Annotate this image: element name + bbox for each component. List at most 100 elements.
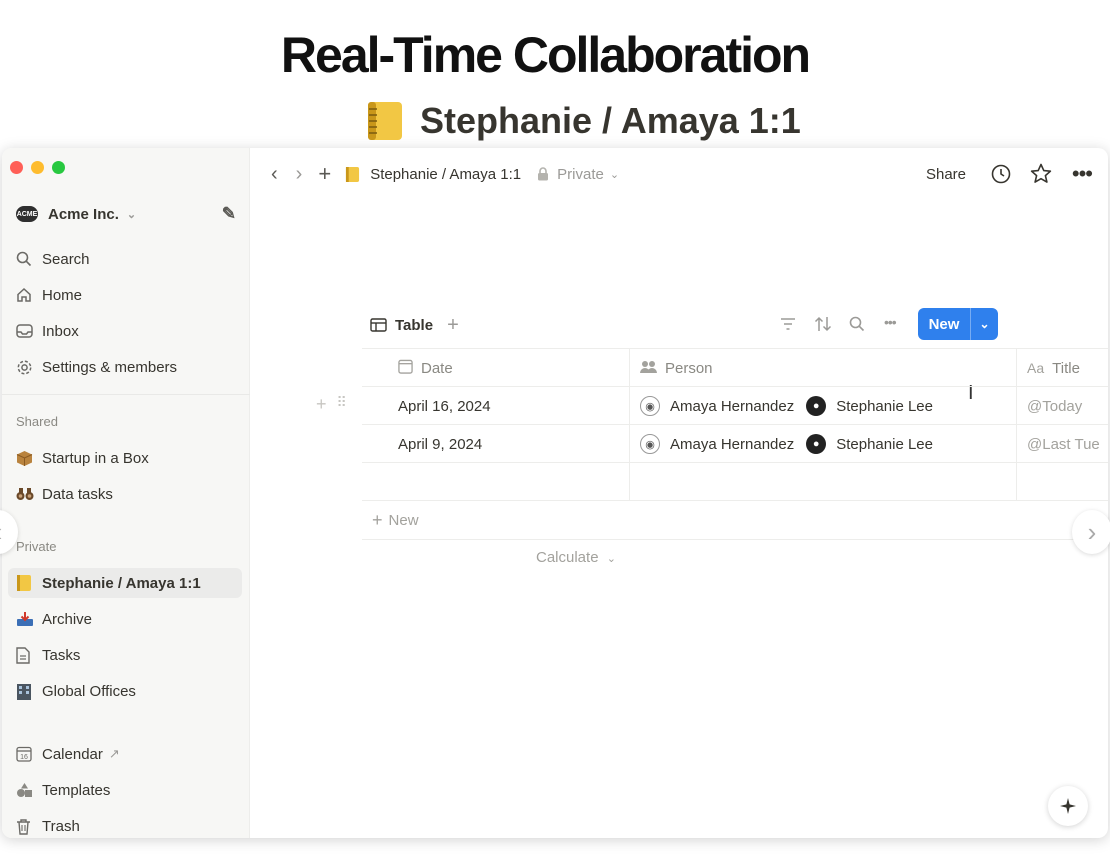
date-cell[interactable] xyxy=(362,463,630,501)
add-row-icon[interactable]: + xyxy=(316,394,327,415)
date-cell[interactable]: April 9, 2024 xyxy=(362,425,630,463)
calculate-menu[interactable]: Calculate ⌄ xyxy=(536,549,616,566)
notebook-icon xyxy=(16,573,42,593)
search-icon xyxy=(16,249,42,269)
search-icon[interactable] xyxy=(849,316,865,336)
sidebar-item-stephanie-amaya[interactable]: Stephanie / Amaya 1:1 xyxy=(8,568,242,598)
chevron-down-icon: ⌄ xyxy=(609,168,620,181)
sidebar-item-tasks[interactable]: Tasks xyxy=(8,640,242,670)
share-button[interactable]: Share xyxy=(926,166,966,183)
sidebar-item-label: Search xyxy=(42,250,90,268)
filter-icon[interactable] xyxy=(780,317,796,335)
notebook-icon xyxy=(368,102,402,140)
person-cell[interactable] xyxy=(630,463,1017,501)
ai-sparkle-button[interactable] xyxy=(1048,786,1088,826)
sidebar-item-label: Home xyxy=(42,286,83,304)
column-header-date[interactable]: Date xyxy=(362,349,630,387)
sidebar-item-startup-in-a-box[interactable]: Startup in a Box xyxy=(8,443,242,473)
title-cell[interactable]: @Today xyxy=(1017,387,1108,425)
row-handle[interactable]: + ⠿ xyxy=(316,394,347,415)
column-header-title[interactable]: Aa Title xyxy=(1017,349,1108,387)
column-header-person[interactable]: Person xyxy=(630,349,1017,387)
sidebar-item-label: Settings & members xyxy=(42,358,178,376)
star-icon[interactable] xyxy=(1030,163,1052,188)
back-arrow-icon[interactable]: ‹ xyxy=(271,163,278,186)
home-icon xyxy=(16,285,42,305)
title-cell[interactable] xyxy=(1017,463,1108,501)
person-name: Amaya Hernandez xyxy=(670,435,795,453)
chevron-down-icon: ⌄ xyxy=(126,208,137,221)
external-link-icon: ↗ xyxy=(108,746,120,761)
database-table: Date Person Aa Title April 16, 2024 ◉ Am… xyxy=(362,348,1108,501)
drag-handle-icon[interactable]: ⠿ xyxy=(337,394,347,415)
avatar: ◉ xyxy=(640,434,660,454)
sidebar-item-label: Calendar xyxy=(42,745,103,763)
sidebar-item-label: Trash xyxy=(42,817,80,835)
tab-table[interactable]: Table xyxy=(370,317,433,334)
carousel-next-button[interactable]: › xyxy=(1072,510,1110,554)
person-name: Amaya Hernandez xyxy=(670,397,795,415)
table-row-empty[interactable] xyxy=(362,463,1108,501)
add-new-row[interactable]: + New xyxy=(362,502,1108,540)
sidebar-item-data-tasks[interactable]: Data tasks xyxy=(8,479,242,509)
binoculars-icon xyxy=(16,484,42,504)
table-row[interactable]: April 16, 2024 ◉ Amaya Hernandez ● Steph… xyxy=(362,387,1108,425)
sidebar-item-archive[interactable]: Archive xyxy=(8,604,242,634)
sidebar-item-home[interactable]: Home xyxy=(8,280,242,310)
minimize-window-button[interactable] xyxy=(31,161,44,174)
more-options-icon[interactable]: ••• xyxy=(1072,161,1093,187)
history-icon[interactable] xyxy=(991,164,1011,188)
chevron-down-icon[interactable]: ⌄ xyxy=(970,308,998,340)
sidebar-item-templates[interactable]: Templates xyxy=(8,775,242,805)
workspace-switcher[interactable]: ACME Acme Inc. ⌄ ✎ xyxy=(8,199,242,229)
table-row[interactable]: April 9, 2024 ◉ Amaya Hernandez ● Stepha… xyxy=(362,425,1108,463)
new-page-icon[interactable]: ✎ xyxy=(222,204,236,224)
sidebar-item-trash[interactable]: Trash xyxy=(8,811,242,838)
add-icon[interactable]: + xyxy=(318,161,331,187)
sidebar-item-settings[interactable]: Settings & members xyxy=(8,352,242,382)
avatar: ● xyxy=(806,434,827,454)
tab-label: Table xyxy=(395,316,434,334)
sidebar-item-calendar[interactable]: 16 Calendar ↗ xyxy=(8,739,242,769)
page-icon xyxy=(16,645,42,665)
add-view-icon[interactable]: + xyxy=(447,314,459,337)
sort-icon[interactable] xyxy=(814,316,832,336)
sidebar-item-inbox[interactable]: Inbox xyxy=(8,316,242,346)
person-name: Stephanie Lee xyxy=(836,397,933,415)
breadcrumb[interactable]: Stephanie / Amaya 1:1 xyxy=(345,166,521,183)
plus-icon: + xyxy=(372,510,383,530)
sidebar-item-label: Archive xyxy=(42,610,93,628)
visibility-menu[interactable]: Private ⌄ xyxy=(537,166,619,183)
box-icon xyxy=(16,448,42,468)
new-button[interactable]: New ⌄ xyxy=(918,308,998,340)
building-icon xyxy=(16,681,42,701)
sidebar-item-label: Global Offices xyxy=(42,682,136,700)
person-cell[interactable]: ◉ Amaya Hernandez ● Stephanie Lee xyxy=(630,425,1017,463)
close-window-button[interactable] xyxy=(10,161,23,174)
sidebar-item-label: Inbox xyxy=(42,322,79,340)
date-cell[interactable]: April 16, 2024 xyxy=(362,387,630,425)
shapes-icon xyxy=(16,780,42,800)
workspace-logo: ACME xyxy=(16,206,38,222)
inbox-icon xyxy=(16,321,42,341)
calendar-icon: 16 xyxy=(16,744,42,764)
page-title[interactable]: Stephanie / Amaya 1:1 xyxy=(420,100,801,142)
workspace-name: Acme Inc. xyxy=(48,205,119,223)
more-options-icon[interactable]: ••• xyxy=(884,314,897,330)
table-icon xyxy=(370,318,387,332)
sidebar-item-global-offices[interactable]: Global Offices xyxy=(8,676,242,706)
person-cell[interactable]: ◉ Amaya Hernandez ● Stephanie Lee xyxy=(630,387,1017,425)
new-button-label: New xyxy=(928,315,960,333)
inbox-tray-icon xyxy=(16,609,42,629)
divider xyxy=(2,394,250,395)
zoom-window-button[interactable] xyxy=(52,161,65,174)
forward-arrow-icon[interactable]: › xyxy=(296,163,303,186)
sparkle-icon xyxy=(1060,798,1076,814)
title-cell[interactable]: @Last Tue xyxy=(1017,425,1108,463)
topbar: ‹ › + Stephanie / Amaya 1:1 Private ⌄ Sh… xyxy=(251,148,1108,200)
sidebar-item-label: Tasks xyxy=(42,646,81,664)
avatar: ● xyxy=(806,396,827,416)
sidebar-item-label: Startup in a Box xyxy=(42,449,149,467)
page-title-row: Stephanie / Amaya 1:1 xyxy=(366,100,801,142)
sidebar-item-search[interactable]: Search xyxy=(8,244,242,274)
